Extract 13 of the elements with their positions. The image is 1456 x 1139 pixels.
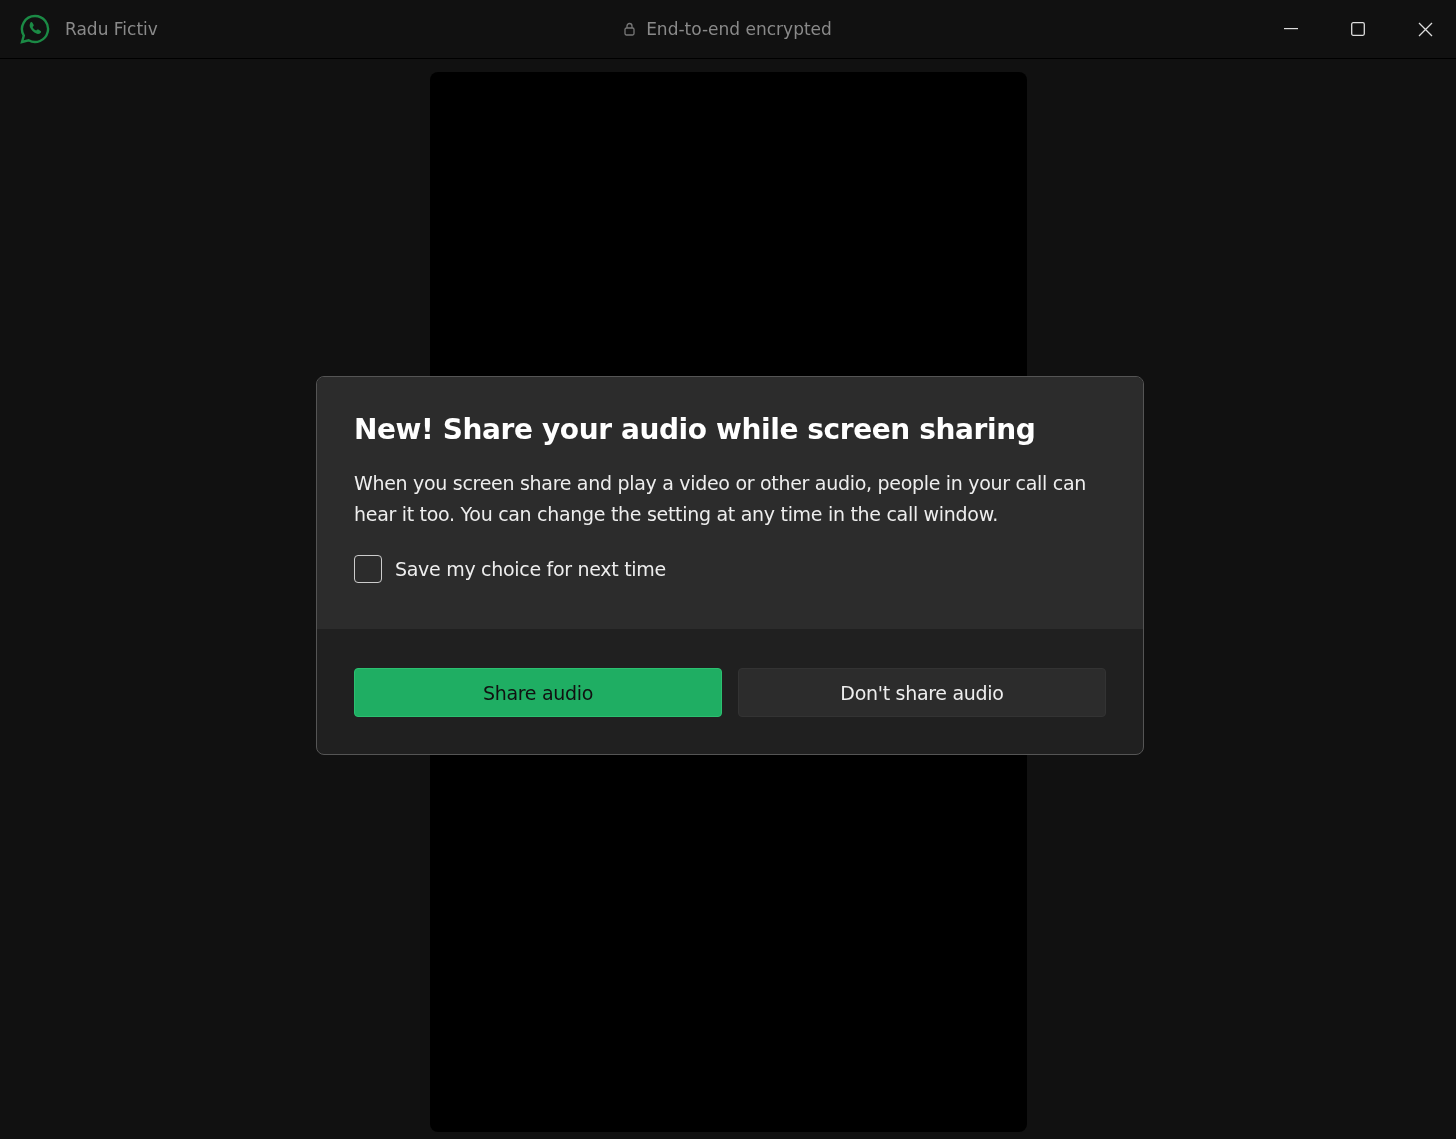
lock-icon — [624, 22, 636, 36]
dialog-message: When you screen share and play a video or other audio, people in your call can hear it too. You can change the setting at any time in the call window. — [354, 471, 1087, 527]
chat-logo-icon — [19, 13, 51, 45]
window-title: Radu Fictiv — [65, 19, 158, 39]
confirm-button[interactable]: Share audio — [354, 668, 722, 717]
minimize-icon[interactable] — [1284, 28, 1298, 30]
checkbox-label[interactable]: Save my choice for next time — [395, 558, 666, 580]
cancel-button[interactable]: Don't share audio — [738, 668, 1106, 717]
close-icon[interactable] — [1418, 21, 1433, 37]
dialog-title: New! Share your audio while screen sharing — [354, 413, 1037, 446]
maximize-icon[interactable] — [1351, 22, 1365, 36]
checkbox[interactable] — [354, 555, 382, 583]
encryption-status: End-to-end encrypted — [646, 19, 832, 39]
